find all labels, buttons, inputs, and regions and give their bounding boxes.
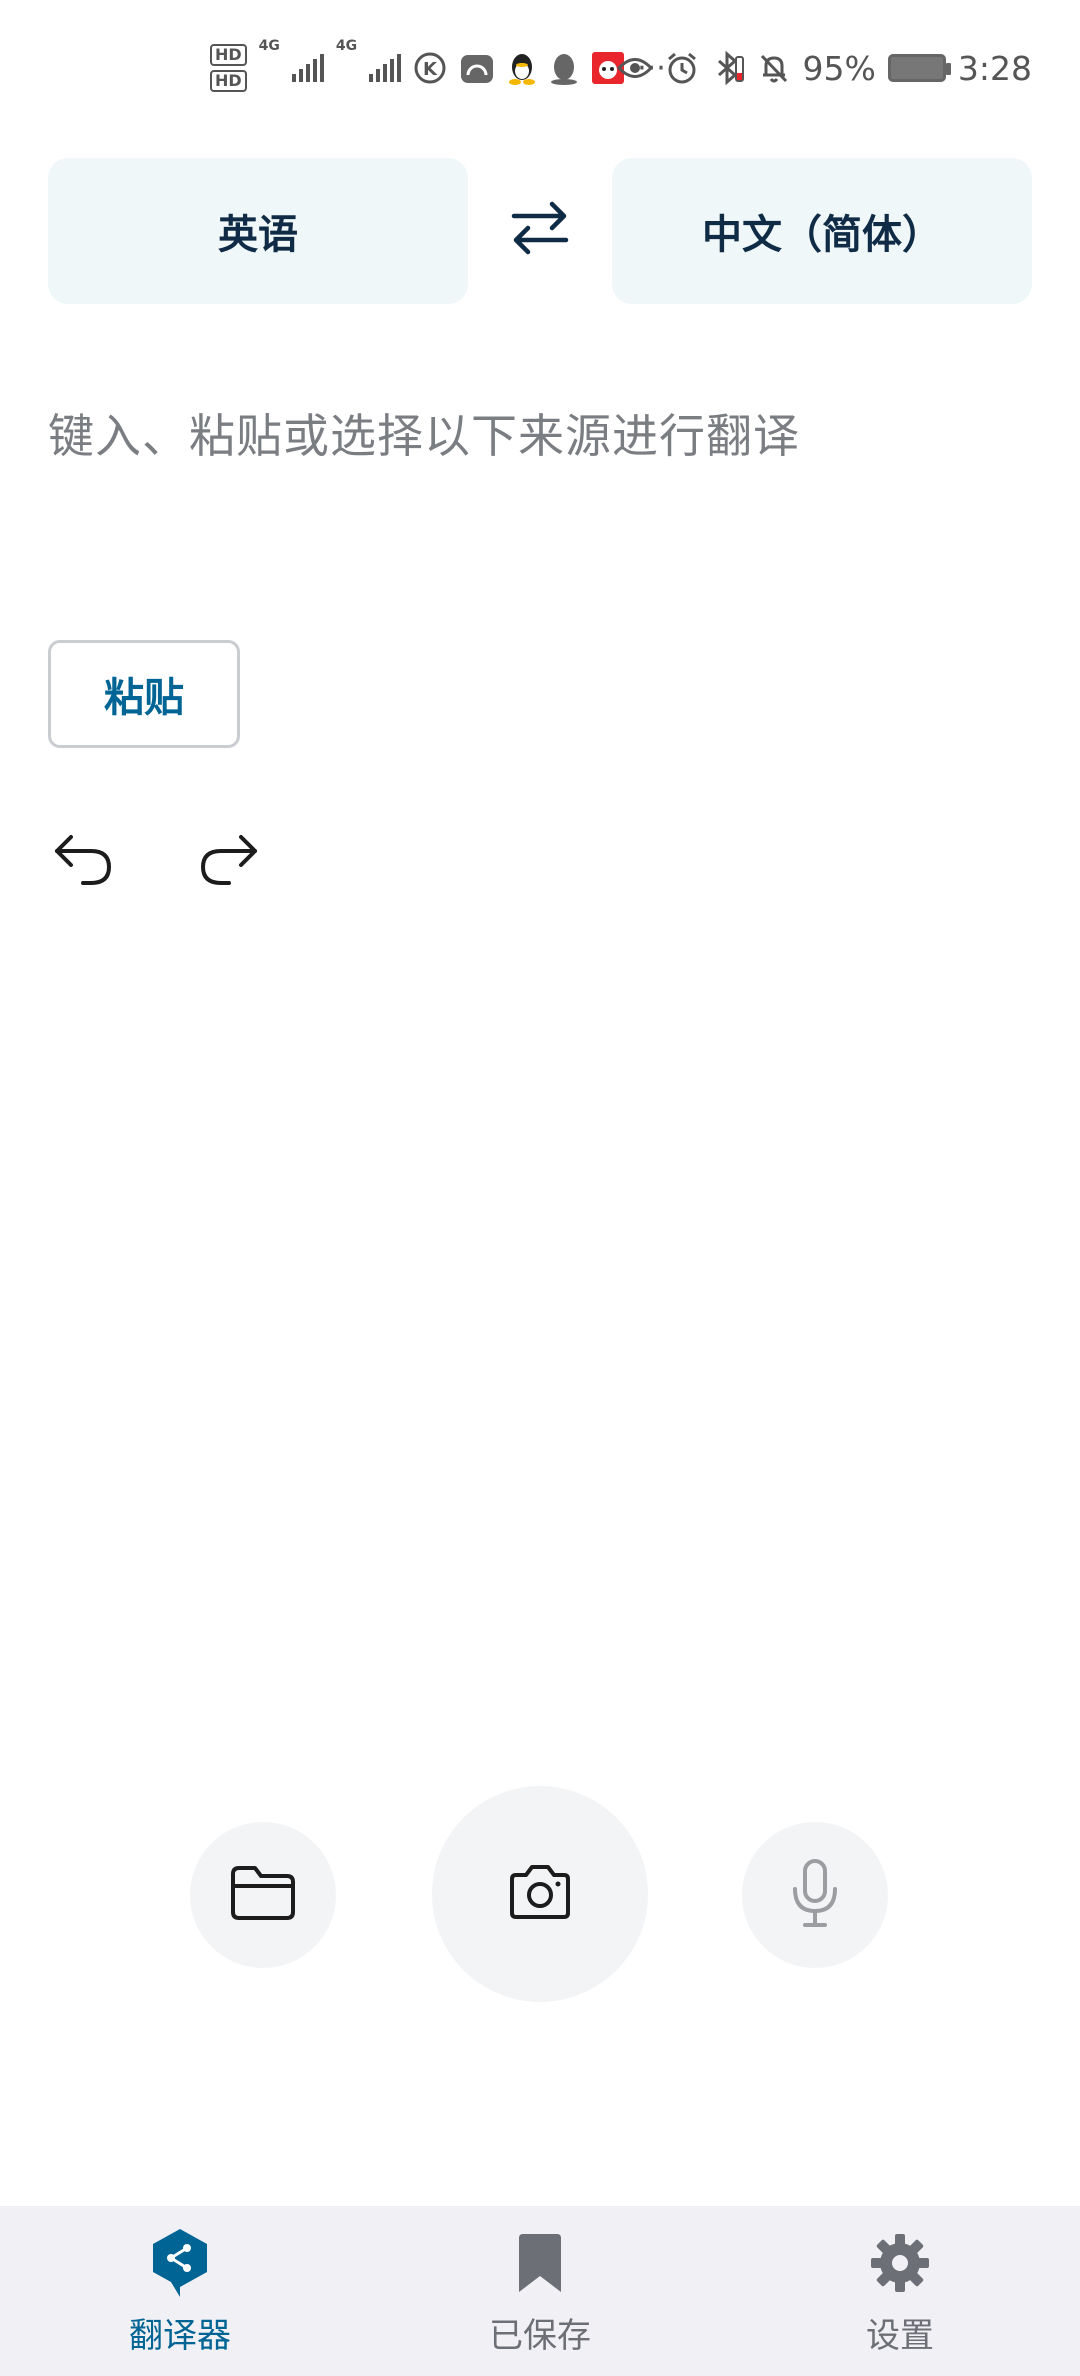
nav-saved[interactable]: 已保存 [360, 2206, 720, 2376]
battery-percent: 95% [802, 48, 876, 88]
hd-2-icon: HD [210, 70, 247, 92]
redo-icon [195, 823, 261, 893]
bottom-nav: 翻译器 已保存 设置 [0, 2206, 1080, 2376]
source-text-input[interactable]: 键入、粘贴或选择以下来源进行翻译 [48, 400, 800, 466]
deepl-logo-icon [145, 2228, 215, 2298]
speedometer-app-icon [459, 51, 495, 85]
qq-silhouette-icon [549, 51, 579, 85]
paste-button[interactable]: 粘贴 [48, 640, 240, 748]
eye-icon [616, 55, 653, 81]
svg-text:K: K [423, 59, 438, 80]
camera-icon [506, 1863, 574, 1925]
status-bar: HD HD 4G 4G K ··· 95% 3:28 [0, 0, 1080, 140]
microphone-icon [790, 1857, 840, 1933]
swap-languages-button[interactable] [500, 190, 580, 270]
network-type-1: 4G [258, 38, 280, 54]
nav-settings-label: 设置 [866, 2316, 934, 2356]
translate-camera-button[interactable] [432, 1786, 648, 2002]
clock: 3:28 [957, 48, 1032, 88]
nav-translator[interactable]: 翻译器 [0, 2206, 360, 2376]
status-bar-left: HD HD 4G 4G K ··· [210, 38, 666, 98]
hd-1-icon: HD [210, 44, 247, 66]
undo-icon [51, 823, 117, 893]
translate-file-button[interactable] [190, 1822, 336, 1968]
network-type-2: 4G [335, 38, 358, 54]
redo-button[interactable] [190, 820, 266, 896]
folder-icon [229, 1864, 297, 1926]
source-language-button[interactable]: 英语 [48, 158, 468, 304]
alarm-icon [665, 51, 699, 85]
voice-input-button[interactable] [742, 1822, 888, 1968]
signal-2-icon [369, 54, 402, 82]
status-bar-right: 95% 3:28 [616, 38, 1032, 98]
bluetooth-icon [711, 51, 745, 85]
bookmark-icon [505, 2228, 575, 2298]
gear-icon [865, 2228, 935, 2298]
target-language-button[interactable]: 中文（简体） [612, 158, 1032, 304]
k-app-icon: K [413, 51, 447, 85]
undo-button[interactable] [46, 820, 122, 896]
nav-translator-label: 翻译器 [129, 2316, 231, 2356]
nav-saved-label: 已保存 [489, 2316, 591, 2356]
mute-bell-icon [757, 51, 791, 85]
swap-arrows-icon [508, 198, 572, 262]
hd-indicator: HD HD [210, 44, 247, 92]
nav-settings[interactable]: 设置 [720, 2206, 1080, 2376]
qq-penguin-icon [507, 51, 537, 85]
signal-1-icon [291, 54, 324, 82]
battery-icon [887, 54, 951, 82]
